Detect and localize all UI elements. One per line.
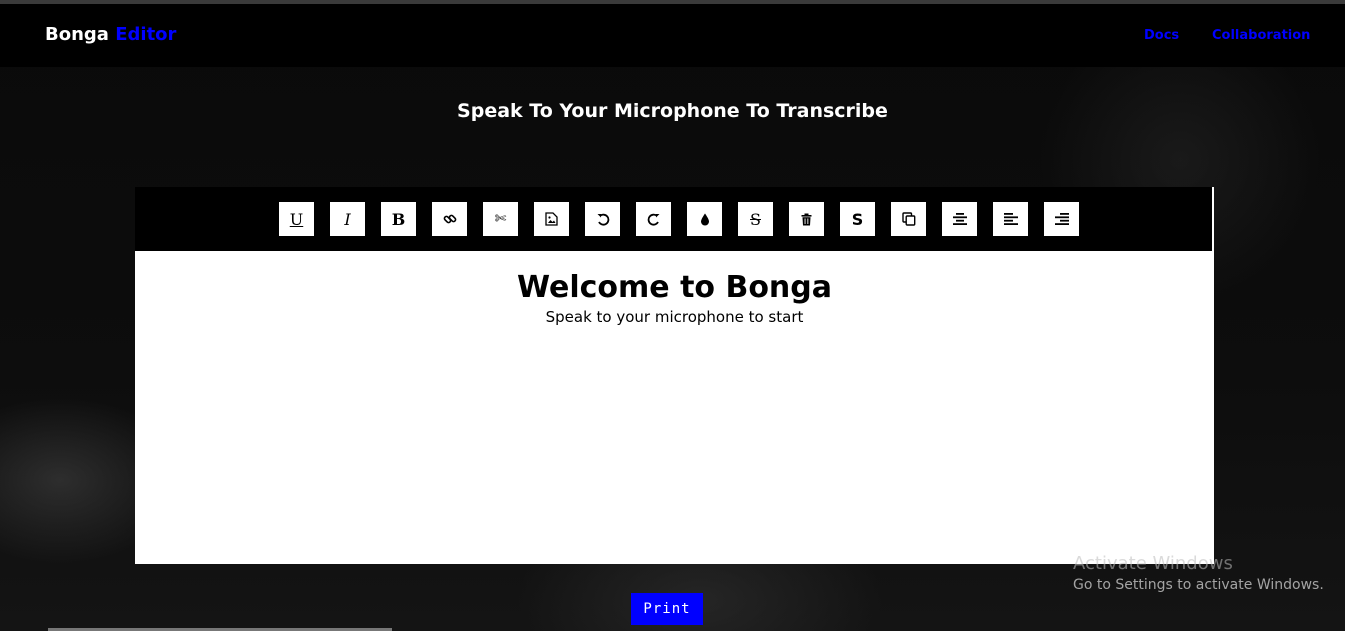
- spellcheck-button[interactable]: S: [840, 202, 875, 236]
- align-center-icon: [952, 213, 967, 225]
- align-center-button[interactable]: [942, 202, 977, 236]
- align-left-button[interactable]: [993, 202, 1028, 236]
- spellcheck-icon: S: [851, 209, 864, 229]
- watermark-title: Activate Windows: [1073, 553, 1233, 574]
- nav-link-collaboration[interactable]: Collaboration: [1212, 28, 1310, 43]
- navbar: Bonga Editor Docs Collaboration: [0, 4, 1345, 67]
- image-button[interactable]: [534, 202, 569, 236]
- page-heading: Speak To Your Microphone To Transcribe: [457, 100, 888, 122]
- align-right-icon: [1054, 213, 1069, 225]
- print-button[interactable]: Print: [631, 593, 703, 625]
- link-button[interactable]: [432, 202, 467, 236]
- link-icon: [443, 214, 456, 224]
- italic-icon: I: [344, 209, 351, 229]
- bold-button[interactable]: B: [381, 202, 416, 236]
- brand-logo[interactable]: Bonga Editor: [45, 24, 176, 45]
- trash-icon: [801, 213, 812, 225]
- underline-icon: U: [289, 209, 304, 229]
- watermark-subtitle: Go to Settings to activate Windows.: [1073, 577, 1324, 593]
- editor-toolbar: U I B ✄ S S: [135, 187, 1212, 251]
- strikethrough-icon: S: [750, 209, 761, 229]
- align-right-button[interactable]: [1044, 202, 1079, 236]
- brand-suffix: Editor: [115, 24, 177, 45]
- undo-button[interactable]: [585, 202, 620, 236]
- droplet-icon: [700, 213, 709, 225]
- activate-windows-watermark: Activate Windows Go to Settings to activ…: [1073, 553, 1324, 593]
- image-icon: [545, 212, 558, 226]
- editor-panel: U I B ✄ S S Welcome to Bonga Speak to yo…: [135, 187, 1214, 564]
- underline-button[interactable]: U: [279, 202, 314, 236]
- redo-button[interactable]: [636, 202, 671, 236]
- bold-icon: B: [391, 209, 406, 229]
- editor-title: Welcome to Bonga: [516, 270, 833, 305]
- toolbar-buttons: U I B ✄ S S: [279, 202, 1079, 236]
- cut-button[interactable]: ✄: [483, 202, 518, 236]
- align-left-icon: [1003, 213, 1018, 225]
- strikethrough-button[interactable]: S: [738, 202, 773, 236]
- editor-subtitle: Speak to your microphone to start: [545, 308, 804, 326]
- color-button[interactable]: [687, 202, 722, 236]
- undo-icon: [597, 213, 609, 226]
- nav-link-docs[interactable]: Docs: [1144, 28, 1179, 43]
- scissors-icon: ✄: [494, 211, 507, 227]
- copy-button[interactable]: [891, 202, 926, 236]
- editor-content[interactable]: Welcome to Bonga Speak to your microphon…: [135, 251, 1214, 327]
- italic-button[interactable]: I: [330, 202, 365, 236]
- delete-button[interactable]: [789, 202, 824, 236]
- redo-icon: [647, 213, 659, 226]
- copy-icon: [901, 212, 915, 226]
- brand-name: Bonga: [45, 24, 109, 45]
